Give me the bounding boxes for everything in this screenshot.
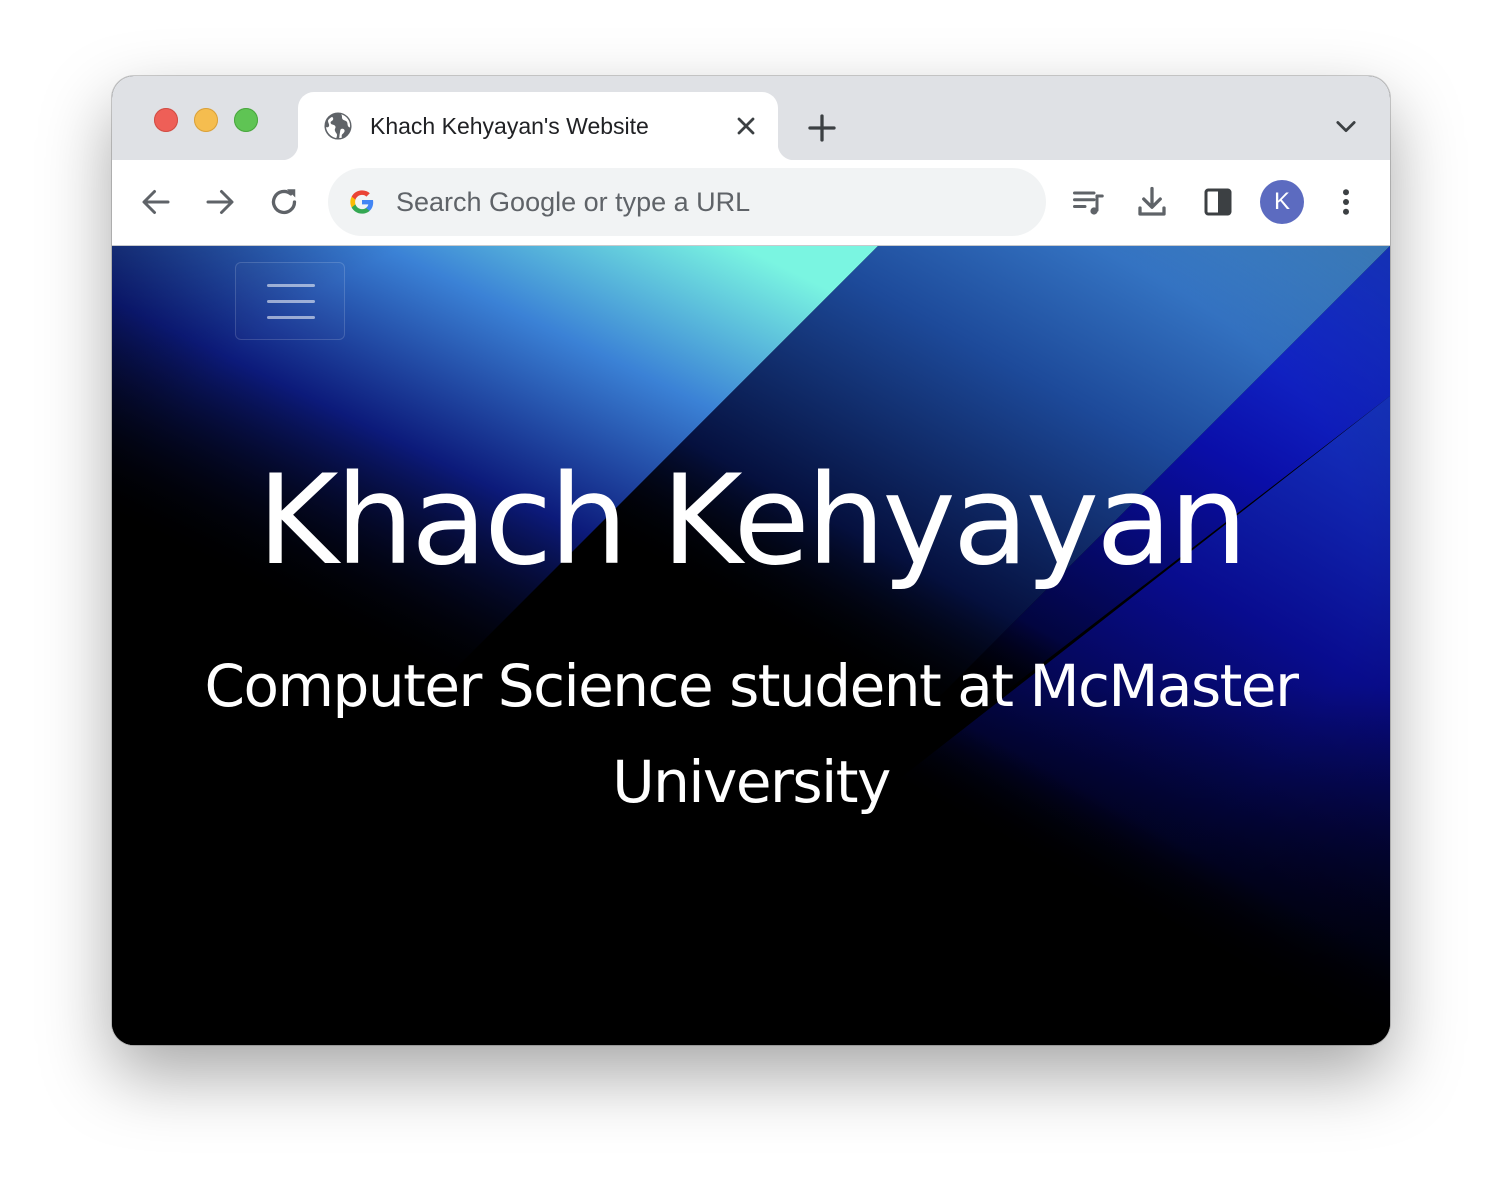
hamburger-menu-button[interactable] (235, 262, 345, 340)
forward-arrow-icon[interactable] (202, 184, 238, 220)
reload-icon[interactable] (266, 184, 302, 220)
chevron-down-icon[interactable] (1332, 112, 1360, 140)
media-queue-icon[interactable] (1070, 184, 1106, 220)
tab-strip: Khach Kehyayan's Website (112, 76, 1390, 160)
hamburger-line (267, 300, 315, 303)
minimize-window-button[interactable] (194, 108, 218, 132)
back-arrow-icon[interactable] (138, 184, 174, 220)
side-panel-icon[interactable] (1200, 184, 1236, 220)
close-window-button[interactable] (154, 108, 178, 132)
web-page: Khach Kehyayan Computer Science student … (112, 246, 1390, 1045)
plus-icon[interactable] (804, 110, 840, 146)
browser-window: Khach Kehyayan's Website Search Google o… (112, 76, 1390, 1045)
download-icon[interactable] (1134, 184, 1170, 220)
omnibox[interactable] (328, 168, 1046, 236)
hero-subtitle: Computer Science student at McMaster Uni… (204, 652, 1299, 816)
toolbar: K (112, 160, 1390, 246)
google-g-icon (350, 190, 374, 214)
close-icon[interactable] (732, 112, 760, 140)
globe-icon (324, 112, 352, 140)
hero-title: Khach Kehyayan (257, 449, 1247, 593)
tab-title: Khach Kehyayan's Website (370, 113, 649, 139)
maximize-window-button[interactable] (234, 108, 258, 132)
hamburger-line (267, 284, 315, 287)
kebab-menu-icon[interactable] (1328, 184, 1364, 220)
tab-active[interactable]: Khach Kehyayan's Website (282, 92, 794, 160)
address-input[interactable] (396, 182, 1016, 222)
hamburger-line (267, 316, 315, 319)
avatar[interactable]: K (1260, 180, 1304, 224)
